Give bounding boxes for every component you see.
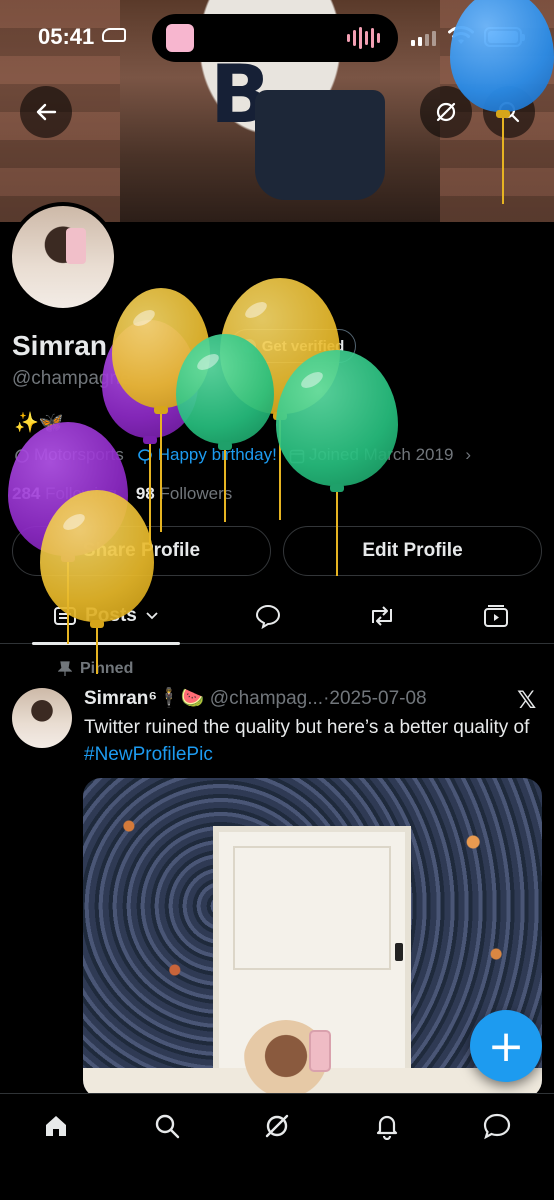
repost-icon <box>372 606 392 626</box>
pin-icon <box>58 661 72 676</box>
following-label: Following <box>45 484 117 503</box>
grok-button[interactable] <box>420 86 472 138</box>
tab-reposts[interactable] <box>352 588 412 644</box>
profile-display-name: Simran <box>12 330 107 361</box>
post-date: 2025-07-08 <box>329 688 427 709</box>
category-item: Motorsports <box>14 445 124 465</box>
balloon-icon <box>137 448 152 464</box>
get-verified-label: Get verified <box>261 337 345 355</box>
tab-posts-label: Posts <box>85 605 137 626</box>
birthday-label: Happy birthday! <box>157 445 277 464</box>
bell-icon <box>376 1115 398 1140</box>
post-author-avatar[interactable] <box>12 688 72 748</box>
search-icon <box>155 1114 180 1139</box>
chat-icon <box>483 1113 511 1140</box>
post-text: Twitter ruined the quality but here’s a … <box>84 714 534 768</box>
profile-avatar[interactable] <box>8 202 118 312</box>
joined-label: Joined March 2019 <box>308 445 454 464</box>
profile-tabs: Posts <box>0 588 554 645</box>
compose-post-button[interactable]: + <box>470 1010 542 1082</box>
now-playing-app-icon <box>166 24 194 52</box>
nav-search[interactable] <box>142 1108 192 1144</box>
category-label: Motorsports <box>34 445 124 464</box>
sleep-focus-icon <box>102 28 126 42</box>
banner-photo-bag <box>255 90 385 200</box>
tab-replies[interactable] <box>238 588 298 644</box>
status-bar: 05:41 <box>0 0 554 78</box>
balloon-yellow <box>220 278 342 528</box>
media-icon <box>484 605 508 627</box>
following-count: 284 <box>12 484 41 503</box>
balloon-yellow <box>112 288 212 548</box>
tab-media[interactable] <box>466 588 526 644</box>
bottom-navigation <box>0 1093 554 1200</box>
avatar-photo-phone <box>66 228 86 264</box>
pinned-label: Pinned <box>80 660 134 677</box>
get-verified-button[interactable]: Get verified <box>230 329 356 363</box>
image-door-handle <box>395 943 403 961</box>
nav-grok[interactable] <box>252 1108 302 1144</box>
arrow-left-icon <box>36 103 57 121</box>
briefcase-icon <box>15 448 29 463</box>
home-icon <box>46 1116 66 1136</box>
follow-counts: 284 Following 98 Followers <box>12 484 232 504</box>
grok-icon <box>265 1114 289 1138</box>
x-logo-icon[interactable]: 𝕏 <box>517 686 536 714</box>
pinned-indicator: Pinned <box>58 660 133 678</box>
reply-icon <box>255 604 281 630</box>
profile-meta: Motorsports Happy birthday! Joined March… <box>14 445 471 465</box>
nav-notifications[interactable] <box>362 1108 412 1144</box>
birthday-item[interactable]: Happy birthday! <box>136 445 277 465</box>
back-button[interactable] <box>20 86 72 138</box>
nav-home[interactable] <box>31 1108 81 1144</box>
posts-icon <box>54 607 77 625</box>
grok-icon <box>436 102 456 122</box>
chevron-down-icon <box>146 612 158 620</box>
nav-messages[interactable] <box>472 1108 522 1144</box>
tab-posts[interactable]: Posts <box>32 588 180 645</box>
verified-badge-icon <box>241 339 256 353</box>
search-button[interactable] <box>483 86 535 138</box>
post-author-emoji: 🕴🍉 <box>157 688 205 709</box>
followers-link[interactable]: 98 Followers <box>136 484 232 503</box>
wifi-icon <box>448 26 474 44</box>
post-hashtag[interactable]: #NewProfilePic <box>84 744 213 765</box>
post-body: Twitter ruined the quality but here’s a … <box>84 717 530 738</box>
search-icon <box>498 101 520 123</box>
profile-bio: ✨🦋 <box>14 410 64 434</box>
calendar-icon <box>289 449 305 463</box>
followers-count: 98 <box>135 484 155 503</box>
post-author-name[interactable]: Simran⁶ <box>84 688 157 709</box>
chevron-right-icon[interactable]: › <box>465 445 471 465</box>
profile-handle: @champagne <box>12 368 131 389</box>
battery-icon <box>484 27 525 47</box>
followers-label: Followers <box>159 484 233 503</box>
following-link[interactable]: 284 Following <box>12 484 117 503</box>
audio-waveform-icon <box>347 26 380 50</box>
joined-item: Joined March 2019 <box>289 445 454 465</box>
share-profile-button[interactable]: Share Profile <box>12 526 271 576</box>
post-author-handle[interactable]: @champag... <box>210 688 323 709</box>
edit-profile-button[interactable]: Edit Profile <box>283 526 542 576</box>
status-time: 05:41 <box>38 24 95 49</box>
balloon-yellow <box>40 490 156 680</box>
dynamic-island[interactable] <box>152 14 398 62</box>
image-phone <box>309 1030 331 1072</box>
post-header: Simran⁶🕴🍉 @champag...·2025-07-08 <box>84 686 427 710</box>
cellular-signal-icon <box>411 30 436 46</box>
